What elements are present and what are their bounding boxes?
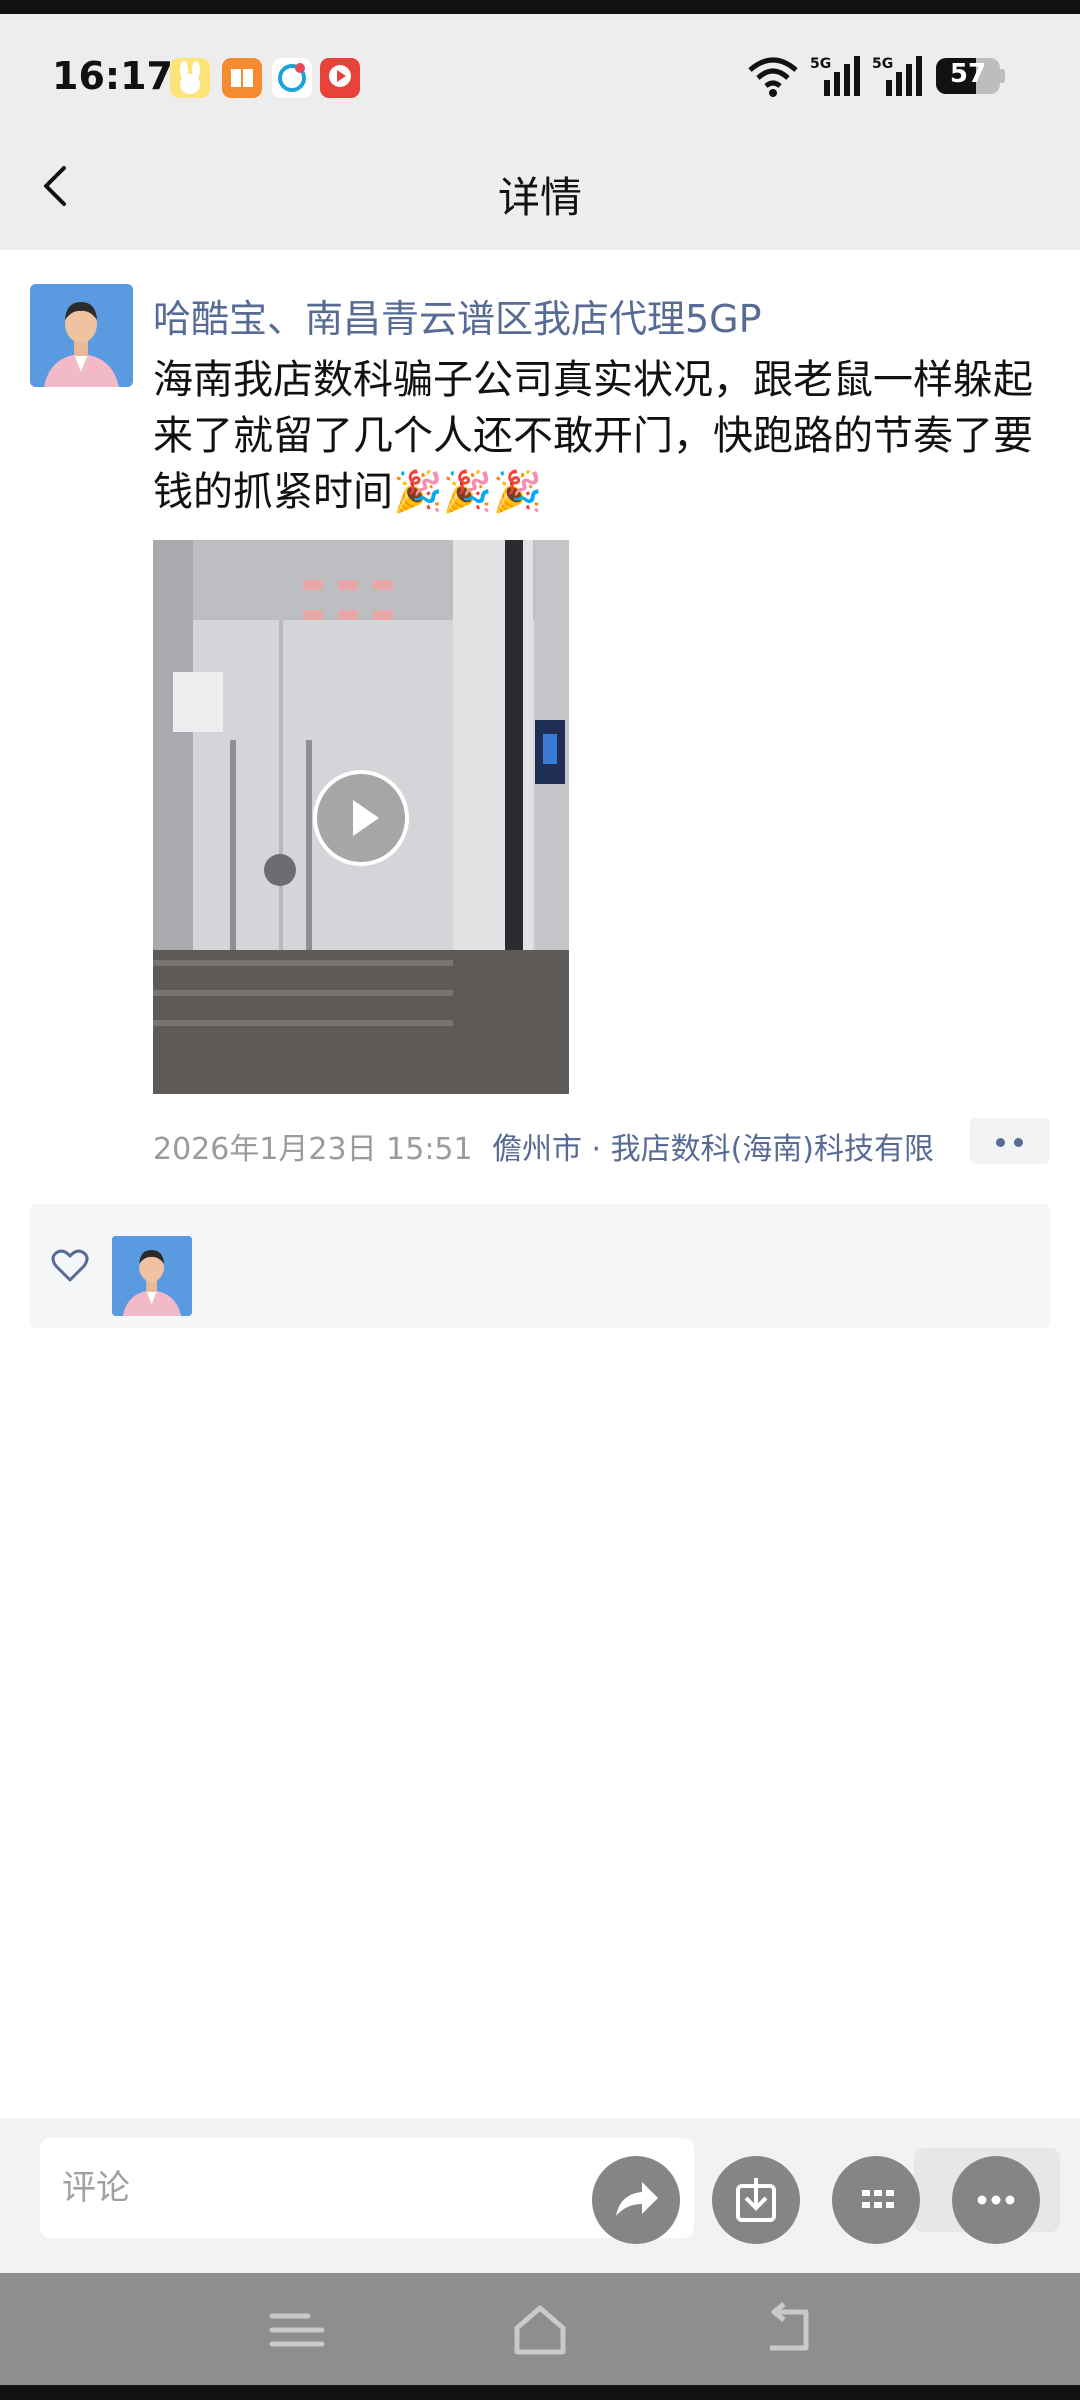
avatar[interactable] — [30, 284, 133, 387]
grid-button[interactable] — [832, 2156, 920, 2244]
more-dots-icon — [1014, 1138, 1023, 1147]
mobile-app-icon — [272, 58, 312, 98]
battery-icon: 57 — [936, 58, 1006, 94]
bottom-screen-edge — [0, 2385, 1080, 2400]
heart-outline-icon — [51, 1249, 89, 1282]
top-screen-edge — [0, 0, 1080, 14]
svg-text:5G: 5G — [810, 56, 831, 72]
liker-avatar[interactable] — [112, 1236, 192, 1316]
play-icon[interactable] — [313, 770, 409, 866]
share-arrow-icon — [616, 2182, 658, 2216]
post-location[interactable]: 儋州市 · 我店数科(海南)科技有限 — [492, 1124, 968, 1168]
reader-app-icon — [222, 58, 262, 98]
menu-icon[interactable] — [262, 2298, 332, 2362]
status-bar: 16:17 5G 5G 57 — [0, 14, 1080, 124]
video-thumbnail[interactable] — [153, 540, 569, 1094]
post-text: 海南我店数科骗子公司真实状况，跟老鼠一样躲起来了就留了几个人还不敢开门，快跑路的… — [153, 357, 1033, 515]
navigation-bar: 详情 — [0, 124, 1080, 250]
post-timestamp: 2026年1月23日 15:51 — [153, 1132, 473, 1167]
more-dots-icon — [996, 1138, 1005, 1147]
home-icon[interactable] — [505, 2298, 575, 2362]
more-dots-button[interactable] — [970, 1118, 1050, 1164]
video-app-icon — [320, 58, 360, 98]
more-button[interactable] — [952, 2156, 1040, 2244]
status-time: 16:17 — [52, 54, 173, 98]
save-download-icon — [736, 2178, 776, 2222]
save-button[interactable] — [712, 2156, 800, 2244]
more-icon — [977, 2195, 1015, 2205]
likes-panel — [30, 1204, 1050, 1328]
post-username[interactable]: 哈酷宝、南昌青云谱区我店代理5GP — [153, 288, 762, 343]
wifi-icon — [748, 57, 798, 97]
share-button[interactable] — [592, 2156, 680, 2244]
signal-icon: 5G — [810, 56, 860, 96]
page-title: 详情 — [497, 173, 582, 222]
battery-level: 57 — [949, 59, 987, 89]
grid-icon — [862, 2190, 894, 2208]
back-nav-icon[interactable] — [752, 2298, 822, 2362]
bunny-app-icon — [170, 58, 210, 98]
svg-text:5G: 5G — [872, 56, 893, 72]
signal-icon: 5G — [872, 56, 922, 96]
